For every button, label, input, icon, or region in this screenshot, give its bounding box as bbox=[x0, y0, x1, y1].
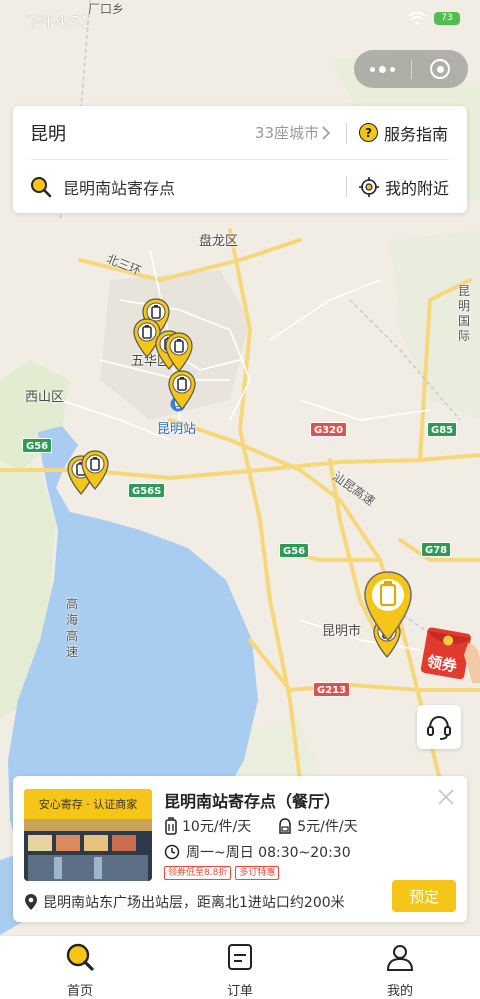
store-name: 昆明南站寄存点（餐厅） bbox=[164, 792, 341, 811]
close-icon[interactable] bbox=[435, 786, 457, 808]
vertical-divider bbox=[346, 175, 347, 198]
battery-icon: 73 bbox=[434, 12, 460, 25]
tab-orders-label: 订单 bbox=[226, 984, 253, 999]
map-label-panlong: 盘龙区 bbox=[199, 234, 239, 249]
tab-bar: 首页 订单 我的 bbox=[0, 935, 480, 999]
wifi-icon bbox=[408, 12, 426, 25]
locate-icon bbox=[359, 176, 379, 197]
discount-badge: 领券低至8.8折 bbox=[164, 866, 232, 880]
nearby-label: 我的附近 bbox=[385, 178, 450, 198]
road-shield-g56s: G56S bbox=[128, 483, 166, 498]
more-options-button[interactable] bbox=[354, 50, 411, 88]
small-item-price: 5元/件/天 bbox=[277, 816, 358, 836]
map-label-gaohai: 高海高速 bbox=[66, 597, 79, 659]
road-shield-g56: G56 bbox=[22, 438, 53, 453]
dot-icon bbox=[390, 66, 395, 72]
service-guide-button[interactable]: ? 服务指南 bbox=[359, 121, 448, 145]
search-row: 我的附近 bbox=[13, 160, 467, 213]
close-miniprogram-button[interactable] bbox=[412, 50, 468, 88]
miniprogram-capsule bbox=[354, 50, 468, 88]
storage-pin-icon[interactable] bbox=[80, 450, 110, 490]
chevron-right-icon bbox=[322, 125, 331, 140]
tab-home-label: 首页 bbox=[66, 984, 93, 999]
tab-profile-label: 我的 bbox=[386, 984, 413, 999]
city-count-link[interactable]: 33座城市 bbox=[255, 122, 331, 143]
dot-icon bbox=[379, 65, 386, 73]
tab-orders[interactable]: 订单 bbox=[160, 936, 320, 999]
status-icons: 73 bbox=[408, 12, 460, 25]
city-name[interactable]: 昆明 bbox=[30, 120, 66, 146]
map-label-kunming-city: 昆明市 bbox=[322, 624, 362, 639]
address-line: 昆明南站东广场出站层，距离北1进站口约200米 bbox=[24, 892, 345, 912]
customer-service-button[interactable] bbox=[417, 705, 461, 749]
tab-home[interactable]: 首页 bbox=[0, 936, 160, 999]
search-input[interactable] bbox=[63, 177, 333, 196]
reserve-button[interactable]: 预定 bbox=[392, 880, 456, 912]
road-shield-g320: G320 bbox=[310, 422, 348, 437]
hours-line: 周一~周日 08:30~20:30 bbox=[164, 842, 351, 862]
hours-label: 周一~周日 08:30~20:30 bbox=[186, 845, 351, 861]
large-item-price-label: 10元/件/天 bbox=[182, 819, 252, 835]
nearby-button[interactable]: 我的附近 bbox=[359, 175, 449, 199]
certified-merchant-tag: 安心寄存 · 认证商家 bbox=[24, 789, 152, 819]
price-line: 10元/件/天 5元/件/天 bbox=[164, 816, 378, 836]
dot-icon bbox=[370, 66, 375, 72]
store-photo: 安心寄存 · 认证商家 bbox=[24, 789, 152, 881]
question-icon: ? bbox=[359, 123, 378, 142]
road-shield-g213: G213 bbox=[313, 682, 351, 697]
storage-pin-icon[interactable] bbox=[164, 332, 194, 372]
road-shield-g85: G85 bbox=[427, 422, 458, 437]
search-home-icon bbox=[65, 942, 95, 972]
target-icon bbox=[430, 59, 450, 79]
suitcase-icon bbox=[165, 817, 177, 835]
city-row: 昆明 33座城市 ? 服务指南 bbox=[13, 106, 467, 159]
selected-storage-pin-icon[interactable] bbox=[362, 570, 414, 642]
status-time: 下午4:51 bbox=[26, 13, 90, 31]
bag-icon bbox=[279, 818, 291, 834]
map-label-kunming-intl: 昆明国际 bbox=[458, 284, 471, 343]
promo-badges: 领券低至8.8折 多订特惠 bbox=[164, 866, 280, 880]
store-info-card[interactable]: 安心寄存 · 认证商家 昆明南站寄存点（餐厅） 10元/件/天 5元/件/天 周… bbox=[13, 776, 467, 922]
multi-order-badge: 多订特惠 bbox=[235, 866, 280, 880]
headset-icon bbox=[427, 715, 451, 740]
vertical-divider bbox=[346, 121, 347, 144]
small-item-price-label: 5元/件/天 bbox=[297, 819, 358, 835]
large-item-price: 10元/件/天 bbox=[164, 816, 251, 836]
storage-pin-icon[interactable] bbox=[167, 370, 197, 410]
coupon-button[interactable]: 领券 bbox=[420, 623, 480, 683]
search-icon bbox=[31, 176, 52, 197]
map-label-kunming-station: 昆明站 bbox=[157, 422, 197, 437]
status-bar: 下午4:51 73 bbox=[0, 0, 480, 40]
order-list-icon bbox=[225, 942, 255, 972]
location-pin-icon bbox=[25, 894, 37, 910]
map-label-xishan: 西山区 bbox=[25, 390, 65, 405]
road-shield-g78: G78 bbox=[421, 542, 452, 557]
address-label: 昆明南站东广场出站层，距离北1进站口约200米 bbox=[43, 895, 345, 911]
service-guide-label: 服务指南 bbox=[384, 124, 449, 144]
clock-icon bbox=[164, 844, 180, 860]
user-icon bbox=[385, 942, 415, 972]
tab-profile[interactable]: 我的 bbox=[320, 936, 480, 999]
road-shield-g56b: G56 bbox=[279, 543, 310, 558]
city-count-label: 33座城市 bbox=[254, 124, 319, 142]
search-card: 昆明 33座城市 ? 服务指南 我的附近 bbox=[13, 106, 467, 213]
